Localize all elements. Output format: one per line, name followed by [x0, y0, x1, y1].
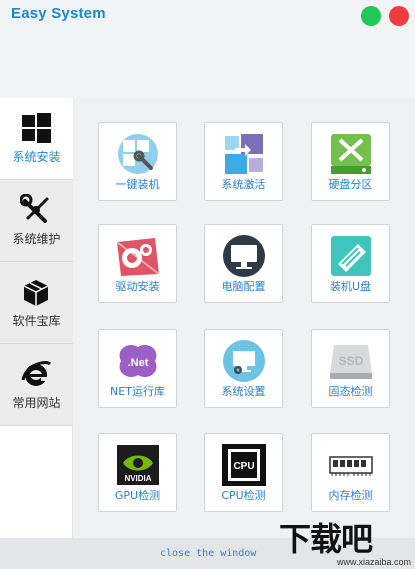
tools-icon: [20, 194, 49, 223]
watermark-text: 下载吧: [279, 520, 373, 558]
ram-icon: [329, 456, 373, 476]
driver-icon: [116, 238, 160, 276]
tile-one-click-install[interactable]: 一键装机: [98, 122, 177, 201]
sidebar-item-system-maintain[interactable]: 系统维护: [0, 180, 73, 262]
close-button[interactable]: [389, 6, 409, 26]
tile-system-settings[interactable]: 系统设置: [204, 329, 283, 408]
minimize-button[interactable]: [361, 6, 381, 26]
sidebar-item-software[interactable]: 软件宝库: [0, 262, 73, 344]
ie-icon: [21, 361, 52, 386]
sidebar-item-websites[interactable]: 常用网站: [0, 344, 73, 426]
sidebar-item-system-install[interactable]: 系统安装: [0, 98, 73, 180]
cpu-icon: CPU: [222, 444, 266, 486]
windows-icon: [22, 113, 51, 143]
svg-text:CPU: CPU: [233, 461, 254, 472]
tile-dotnet[interactable]: .Net NET运行库: [98, 329, 177, 408]
sidebar-item-label: 常用网站: [12, 396, 61, 410]
tile-label: GPU检测: [114, 489, 161, 502]
tool-grid: 一键装机 系统激活 硬盘分区 驱动安装 电脑配置 装机U盘 .Net NET运行…: [73, 98, 415, 538]
tile-ssd-check[interactable]: SSD 固态检测: [311, 329, 390, 408]
tile-label: 电脑配置: [221, 280, 266, 293]
monitor-icon: [223, 235, 265, 277]
sidebar: 系统安装 系统维护 软件宝库 常用网站: [0, 98, 73, 538]
box-icon: [23, 280, 49, 306]
tile-activate[interactable]: 系统激活: [204, 122, 283, 201]
svg-text:.Net: .Net: [128, 357, 149, 369]
watermark-logo: 下载吧 www.xiazaiba.com: [275, 514, 415, 569]
tile-usb[interactable]: 装机U盘: [311, 224, 390, 303]
svg-text:NVIDIA: NVIDIA: [124, 474, 151, 483]
tile-label: 装机U盘: [329, 280, 372, 293]
sidebar-item-label: 软件宝库: [12, 314, 61, 328]
sidebar-item-label: 系统维护: [12, 232, 61, 246]
dotnet-icon: .Net: [119, 344, 157, 378]
one-click-install-icon: [118, 134, 158, 174]
app-title: Easy System: [11, 5, 106, 22]
tile-label: 系统激活: [221, 178, 266, 191]
tile-gpu-check[interactable]: NVIDIA GPU检测: [98, 433, 177, 512]
tile-label: CPU检测: [221, 489, 266, 502]
sidebar-item-label: 系统安装: [12, 150, 61, 164]
tile-cpu-check[interactable]: CPU CPU检测: [204, 433, 283, 512]
tile-label: 内存检测: [328, 489, 373, 502]
watermark-url: www.xiazaiba.com: [336, 557, 411, 567]
tile-driver[interactable]: 驱动安装: [98, 224, 177, 303]
tile-label: 一键装机: [115, 178, 160, 191]
tile-label: NET运行库: [110, 385, 165, 398]
tile-ram-check[interactable]: 内存检测: [311, 433, 390, 512]
gpu-icon: NVIDIA: [117, 445, 159, 485]
tile-label: 系统设置: [221, 385, 266, 398]
tile-pc-config[interactable]: 电脑配置: [204, 224, 283, 303]
usb-icon: [331, 236, 371, 276]
tile-label: 硬盘分区: [328, 178, 373, 191]
settings-monitor-icon: [223, 340, 265, 382]
close-window-link[interactable]: close the window: [160, 548, 256, 559]
tile-label: 驱动安装: [115, 280, 160, 293]
partition-icon: [331, 134, 371, 174]
tile-partition[interactable]: 硬盘分区: [311, 122, 390, 201]
svg-text:SSD: SSD: [339, 354, 364, 368]
ssd-icon: SSD: [330, 345, 372, 379]
tile-label: 固态检测: [328, 385, 373, 398]
activate-icon: [225, 134, 263, 174]
title-bar: Easy System: [0, 0, 415, 98]
